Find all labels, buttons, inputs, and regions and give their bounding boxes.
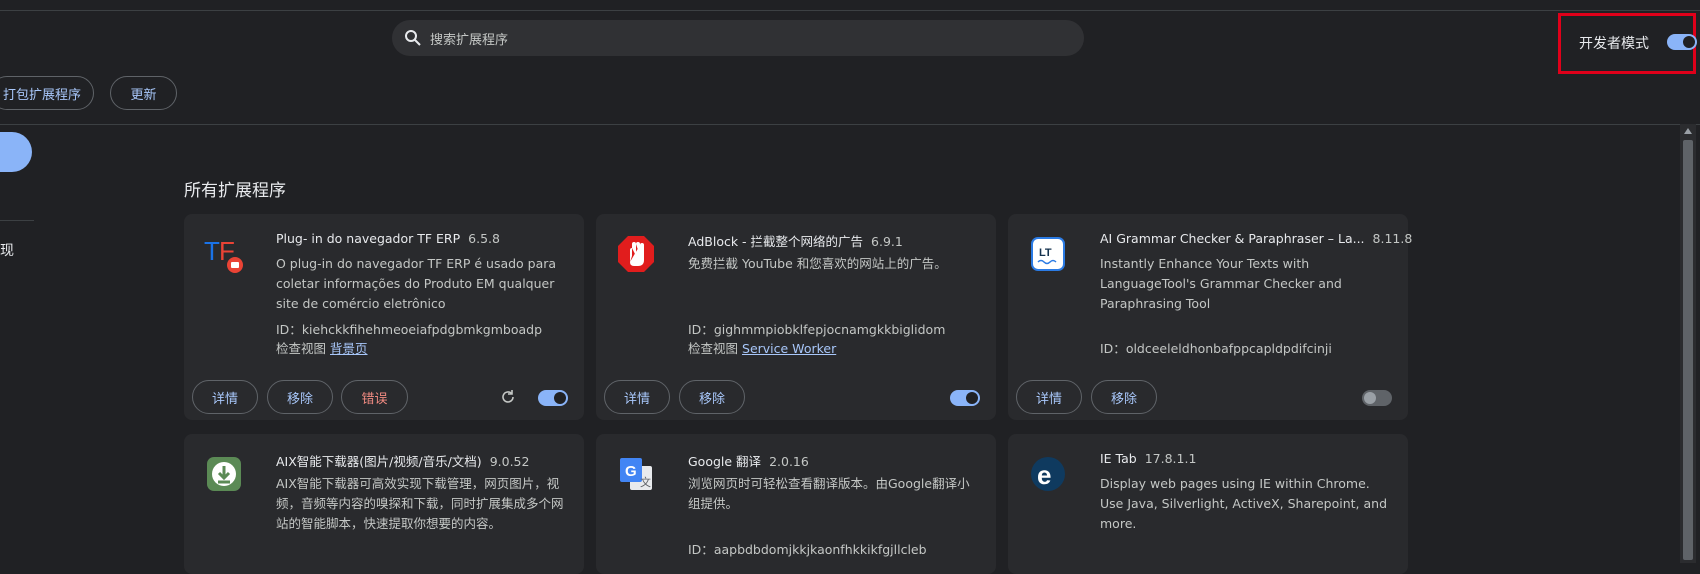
extension-enable-toggle[interactable] <box>1362 390 1392 406</box>
extension-name: AdBlock - 拦截整个网络的广告 6.9.1 <box>688 234 903 249</box>
sidebar-divider <box>0 220 34 221</box>
extension-description: Display web pages using IE within Chrome… <box>1100 476 1388 531</box>
extension-description: 免费拦截 YouTube 和您喜欢的网站上的广告。 <box>688 256 947 271</box>
search-input[interactable]: 搜索扩展程序 <box>430 29 508 48</box>
scroll-up-arrow-icon[interactable] <box>1684 128 1692 134</box>
details-button[interactable]: 详情 <box>604 380 670 414</box>
developer-mode-highlight: 开发者模式 <box>1558 13 1697 74</box>
extension-card-tf-erp: T F Plug- in do navegador TF ERP 6.5.8 O … <box>184 214 584 420</box>
toolbar: 搜索扩展程序 开发者模式 打包扩展程序 更新 <box>0 11 1700 125</box>
pack-extension-button[interactable]: 打包扩展程序 <box>0 76 94 110</box>
search-box[interactable]: 搜索扩展程序 <box>392 20 1084 56</box>
google-translate-icon: G 文 <box>620 458 652 490</box>
developer-mode-toggle[interactable] <box>1667 34 1697 50</box>
extension-card-ie-tab: e IE Tab 17.8.1.1 Display web pages using… <box>1008 434 1408 574</box>
extension-name: AIX智能下载器(图片/视频/音乐/文档) 9.0.52 <box>276 454 530 469</box>
extension-name: AI Grammar Checker & Paraphraser – La...… <box>1100 231 1413 246</box>
details-button[interactable]: 详情 <box>192 380 258 414</box>
extension-description: O plug-in do navegador TF ERP é usado pa… <box>276 256 557 311</box>
remove-button[interactable]: 移除 <box>679 380 745 414</box>
inspect-link[interactable]: 背景页 <box>330 341 368 356</box>
languagetool-icon: LT <box>1031 237 1065 271</box>
extension-description: 浏览网页时可轻松查看翻译版本。由Google翻译小组提供。 <box>688 476 970 511</box>
extension-name: IE Tab 17.8.1.1 <box>1100 451 1197 466</box>
extension-description: Instantly Enhance Your Texts with Langua… <box>1100 256 1342 311</box>
extension-name: Google 翻译 2.0.16 <box>688 454 809 469</box>
svg-text:文: 文 <box>640 475 651 489</box>
extension-card-languagetool: LT AI Grammar Checker & Paraphraser – La… <box>1008 214 1412 420</box>
extension-card-aix-downloader: AIX智能下载器(图片/视频/音乐/文档) 9.0.52 AIX智能下载器可高效实… <box>184 434 584 574</box>
remove-button[interactable]: 移除 <box>1091 380 1157 414</box>
page-scrollbar[interactable] <box>1680 124 1696 563</box>
extension-enable-toggle[interactable] <box>538 390 568 406</box>
adblock-hand-icon <box>618 236 654 272</box>
svg-text:e: e <box>1037 460 1051 490</box>
sidebar-extensions-item[interactable] <box>0 132 32 172</box>
top-divider <box>0 0 1700 11</box>
svg-text:T: T <box>204 236 220 266</box>
svg-text:LT: LT <box>1039 247 1052 259</box>
errors-button[interactable]: 错误 <box>341 380 408 414</box>
remove-button[interactable]: 移除 <box>267 380 333 414</box>
reload-icon[interactable] <box>500 389 516 405</box>
extension-id: ID：kiehckkfihehmeoeiafpdgbmkgmboadp <box>276 322 543 337</box>
extension-description: AIX智能下载器可高效实现下载管理，网页图片，视频，音频等内容的嗅探和下载，同时… <box>276 476 564 531</box>
extension-id: ID：aapbdbdomjkkjkaonfhkkikfgjllcleb <box>688 542 927 557</box>
inspect-views: 检查视图 背景页 <box>276 341 368 356</box>
search-icon <box>405 30 421 46</box>
developer-mode-label: 开发者模式 <box>1579 36 1649 52</box>
scrollbar-thumb[interactable] <box>1683 140 1693 560</box>
extension-card-google-translate: G 文 Google 翻译 2.0.16 浏览网页时可轻松查看翻译版本。由Goog… <box>596 434 996 574</box>
inspect-views: 检查视图 Service Worker <box>688 341 837 356</box>
extension-id: ID：gighmmpiobklfepjocnamgkkbiglidom <box>688 322 946 337</box>
details-button[interactable]: 详情 <box>1016 380 1082 414</box>
extension-card-adblock: AdBlock - 拦截整个网络的广告 6.9.1 免费拦截 YouTube 和您… <box>596 214 996 420</box>
inspect-link[interactable]: Service Worker <box>742 341 836 356</box>
svg-text:G: G <box>625 463 637 480</box>
download-icon <box>207 457 241 491</box>
extension-enable-toggle[interactable] <box>950 390 980 406</box>
section-title: 所有扩展程序 <box>184 181 286 201</box>
extension-name: Plug- in do navegador TF ERP 6.5.8 <box>276 231 500 246</box>
ie-tab-icon: e <box>1031 457 1065 491</box>
extension-id: ID：oldceeleldhonbafppcapldpdifcinji <box>1100 341 1332 356</box>
sidebar-item-discover[interactable]: 现 <box>0 240 14 260</box>
update-button[interactable]: 更新 <box>110 76 177 110</box>
tf-erp-logo-icon: T F <box>204 236 243 273</box>
